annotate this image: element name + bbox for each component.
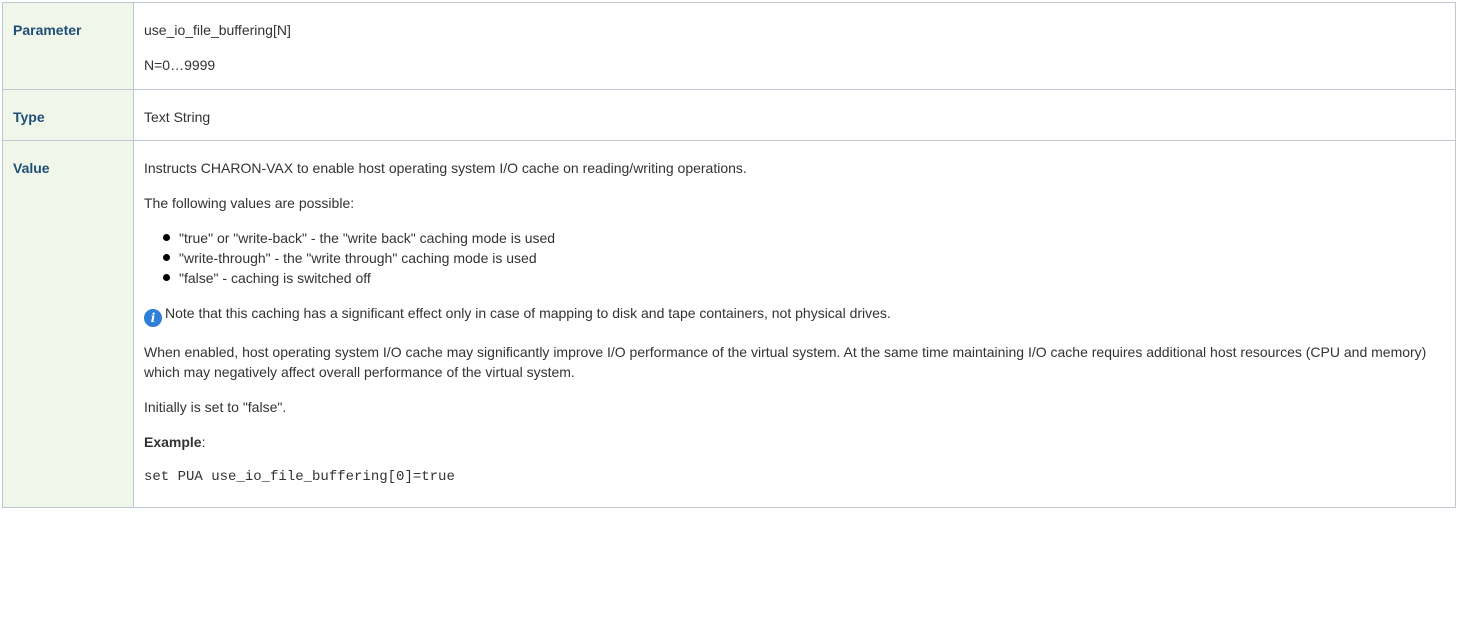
possible-values-intro: The following values are possible:	[144, 195, 355, 211]
value-cell-value: Instructs CHARON-VAX to enable host oper…	[133, 140, 1456, 508]
row-parameter: Parameter use_io_file_buffering[N] N=0…9…	[2, 2, 1456, 90]
info-icon: i	[144, 309, 162, 327]
bullet-icon	[163, 274, 170, 281]
example-heading: Example:	[144, 417, 1445, 452]
list-item: "true" or "write-back" - the "write back…	[163, 228, 1445, 248]
parameter-name: use_io_file_buffering[N]	[144, 22, 291, 38]
header-label-parameter: Parameter	[13, 22, 82, 38]
info-note: i Note that this caching has a significan…	[144, 288, 1445, 327]
value-cell-type: Text String	[133, 89, 1456, 141]
header-cell-parameter: Parameter	[2, 2, 134, 90]
option-text: "true" or "write-back" - the "write back…	[179, 230, 556, 246]
header-label-type: Type	[13, 109, 45, 125]
example-code: set PUA use_io_file_buffering[0]=true	[144, 469, 455, 485]
parameter-table: Parameter use_io_file_buffering[N] N=0…9…	[2, 2, 1456, 508]
header-label-value: Value	[13, 160, 50, 176]
example-colon: :	[201, 434, 206, 450]
value-cell-parameter: use_io_file_buffering[N] N=0…9999	[133, 2, 1456, 90]
list-item: "false" - caching is switched off	[163, 268, 1445, 288]
example-label: Example	[144, 434, 202, 450]
header-cell-value: Value	[2, 140, 134, 508]
initial-value-text: Initially is set to "false".	[144, 399, 287, 415]
row-type: Type Text String	[2, 89, 1456, 141]
type-value: Text String	[144, 109, 211, 125]
value-intro-text: Instructs CHARON-VAX to enable host oper…	[144, 160, 747, 176]
possible-values-list: "true" or "write-back" - the "write back…	[144, 228, 1445, 288]
parameter-range: N=0…9999	[144, 57, 216, 73]
bullet-icon	[163, 234, 170, 241]
option-text: "write-through" - the "write through" ca…	[179, 250, 537, 266]
row-value: Value Instructs CHARON-VAX to enable hos…	[2, 140, 1456, 508]
info-note-text: Note that this caching has a significant…	[165, 305, 891, 321]
option-text: "false" - caching is switched off	[179, 270, 371, 286]
header-cell-type: Type	[2, 89, 134, 141]
enabled-description: When enabled, host operating system I/O …	[144, 344, 1427, 380]
list-item: "write-through" - the "write through" ca…	[163, 248, 1445, 268]
bullet-icon	[163, 254, 170, 261]
